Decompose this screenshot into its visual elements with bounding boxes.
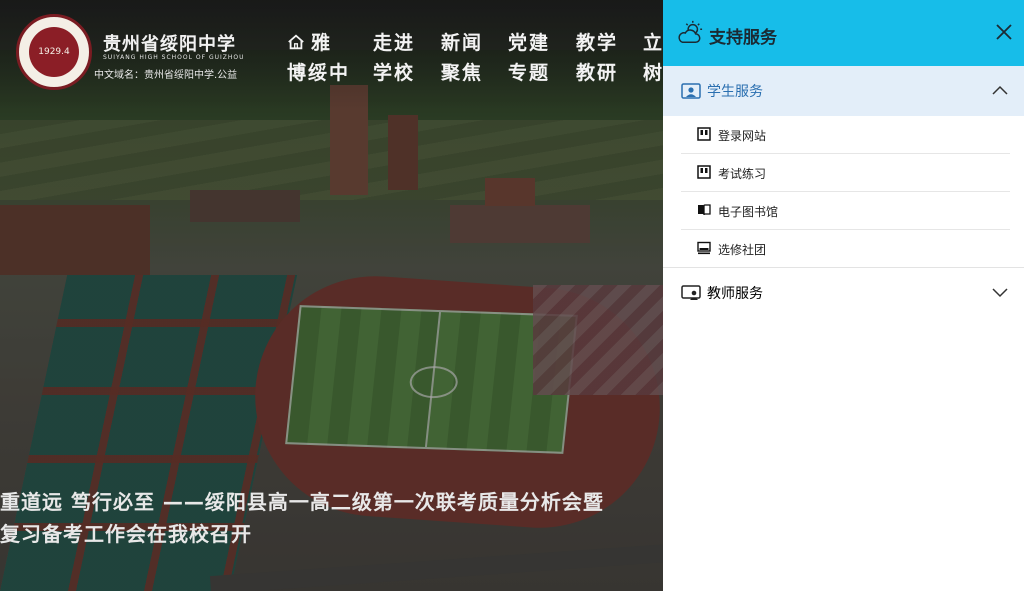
list-item-e-library[interactable]: 电子图书馆 xyxy=(681,192,1010,230)
item-label: 考试练习 xyxy=(718,167,767,181)
nav-bottom-home: 博绥中 xyxy=(287,62,351,84)
nav-top-news: 新闻 xyxy=(441,32,484,54)
nav-item-party[interactable]: 党建 专题 xyxy=(508,28,558,88)
group-student-services: 学生服务 登录网站 考试练习 电子图书馆 选修社团 xyxy=(663,66,1024,268)
list-item-elective-clubs[interactable]: 选修社团 xyxy=(681,230,1010,267)
cloud-sun-icon xyxy=(678,20,703,44)
school-name-en: SUIYANG HIGH SCHOOL OF GUIZHOU xyxy=(103,54,245,61)
support-services-panel: 支持服务 学生服务 登录网站 考试练习 电子图书馆 选修社团 教师服务 xyxy=(663,0,1024,591)
nav-item-news[interactable]: 新闻 聚焦 xyxy=(441,28,491,88)
nav-bottom-party: 专题 xyxy=(508,62,551,84)
group-header-student[interactable]: 学生服务 xyxy=(663,66,1024,116)
nav-top-home: 雅 xyxy=(287,28,337,58)
close-icon[interactable] xyxy=(994,22,1014,42)
school-name: 贵州省绥阳中学 xyxy=(103,34,236,55)
nav-top-teaching: 教学 xyxy=(576,32,619,54)
item-label: 电子图书馆 xyxy=(718,205,779,219)
nav-bottom-about: 学校 xyxy=(373,62,416,84)
item-label: 登录网站 xyxy=(718,129,767,143)
group-teacher-services: 教师服务 xyxy=(663,268,1024,318)
school-logo[interactable]: 1929.4 xyxy=(16,14,92,90)
logo-emblem: 1929.4 xyxy=(29,27,79,77)
nav-bottom-news: 聚焦 xyxy=(441,62,484,84)
group-label-teacher: 教师服务 xyxy=(707,286,763,302)
panel-header: 支持服务 xyxy=(663,0,1024,66)
nav-item-about[interactable]: 走进 学校 xyxy=(373,28,423,88)
chevron-up-icon xyxy=(992,85,1008,95)
headline-line-2: 复习备考工作会在我校召开 xyxy=(0,522,252,546)
home-icon xyxy=(288,34,304,50)
nav-item-teaching[interactable]: 教学 教研 xyxy=(576,28,626,88)
item-label: 选修社团 xyxy=(718,243,767,257)
nav-top-about: 走进 xyxy=(373,32,416,54)
list-item-exam-practice[interactable]: 考试练习 xyxy=(681,154,1010,192)
portal-icon xyxy=(697,127,711,141)
group-header-teacher[interactable]: 教师服务 xyxy=(663,268,1024,318)
list-item-login-site[interactable]: 登录网站 xyxy=(681,116,1010,154)
logo-year: 1929.4 xyxy=(38,47,70,57)
nav-item-home[interactable]: 雅 博绥中 xyxy=(287,28,351,88)
nav-bottom-teaching: 教研 xyxy=(576,62,619,84)
news-headline[interactable]: 重道远 笃行必至 ——绥阳县高一高二级第一次联考质量分析会暨 复习备考工作会在我… xyxy=(0,486,663,550)
chinese-domain: 中文域名：贵州省绥阳中学.公益 xyxy=(94,70,238,81)
exam-icon xyxy=(697,165,711,179)
monitor-icon xyxy=(697,241,711,255)
teacher-icon xyxy=(681,285,701,300)
nav-top-party: 党建 xyxy=(508,32,551,54)
book-icon xyxy=(698,204,711,216)
panel-title: 支持服务 xyxy=(709,28,777,48)
student-service-list: 登录网站 考试练习 电子图书馆 选修社团 xyxy=(663,116,1024,267)
chevron-down-icon xyxy=(992,288,1008,298)
group-label-student: 学生服务 xyxy=(707,84,763,100)
student-icon xyxy=(681,83,701,99)
headline-line-1: 重道远 笃行必至 ——绥阳县高一高二级第一次联考质量分析会暨 xyxy=(0,490,604,514)
